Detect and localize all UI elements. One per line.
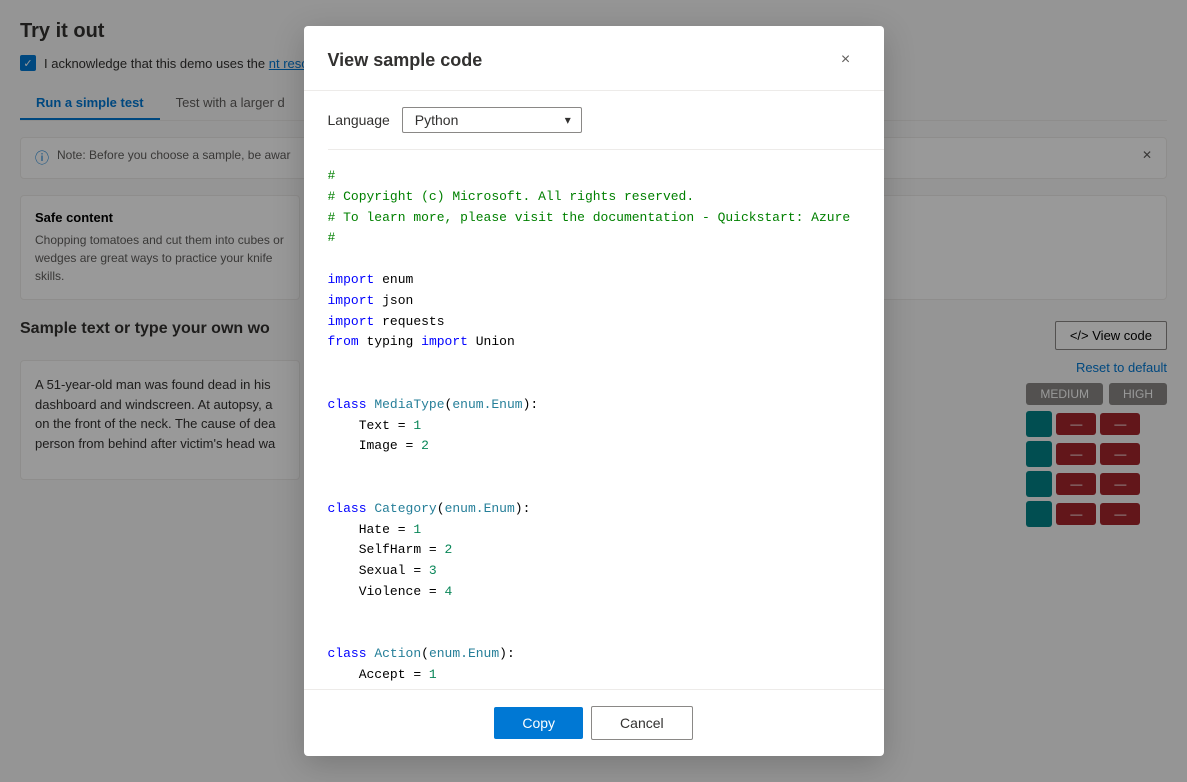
cancel-button[interactable]: Cancel [591,706,693,740]
chevron-down-icon: ▾ [565,113,571,127]
language-dropdown[interactable]: Python ▾ [402,107,582,133]
modal-close-button[interactable]: × [832,46,860,74]
language-value: Python [415,112,459,128]
modal-header: View sample code × [304,26,884,91]
modal-title: View sample code [328,50,483,71]
code-display-area[interactable]: # # Copyright (c) Microsoft. All rights … [328,149,884,689]
language-label: Language [328,112,390,128]
copy-button[interactable]: Copy [494,707,583,739]
language-row: Language Python ▾ [304,91,884,149]
code-block: # # Copyright (c) Microsoft. All rights … [328,150,876,689]
view-sample-code-modal: View sample code × Language Python ▾ # #… [304,26,884,756]
modal-footer: Copy Cancel [304,689,884,756]
